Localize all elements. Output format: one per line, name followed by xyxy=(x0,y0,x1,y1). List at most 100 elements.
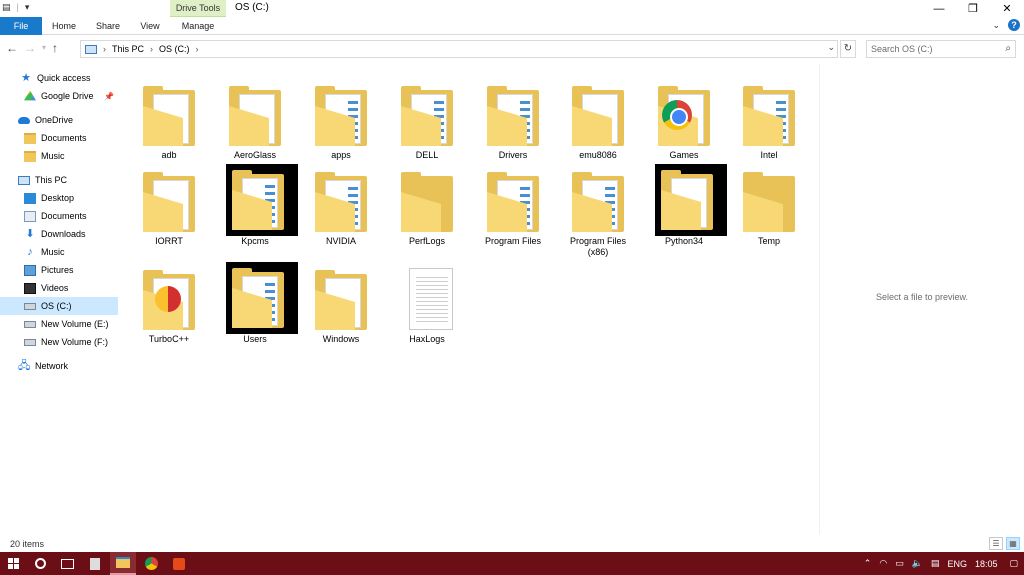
folder-icon xyxy=(309,80,373,150)
quick-access-toolbar[interactable]: ▤ | ▾ xyxy=(2,2,29,13)
clock[interactable]: 18:05 xyxy=(971,559,1006,569)
computer-icon xyxy=(18,175,30,185)
folder-item[interactable]: ⚙Windows xyxy=(298,258,384,348)
sidebar-item-videos[interactable]: Videos xyxy=(0,279,118,297)
folder-item[interactable]: Program Files (x86) xyxy=(555,160,641,257)
input-language[interactable]: ENG xyxy=(943,559,971,569)
folder-item[interactable]: ⚙emu8086 xyxy=(555,74,641,164)
sidebar-item-new-volume-f[interactable]: New Volume (F:) xyxy=(0,333,118,351)
sidebar-item-this-pc[interactable]: This PC xyxy=(0,171,118,189)
battery-icon[interactable]: ▭ xyxy=(891,558,908,569)
folder-icon xyxy=(652,80,716,150)
refresh-button[interactable]: ↻ xyxy=(840,40,856,58)
tab-manage[interactable]: Manage xyxy=(170,17,226,35)
folder-item[interactable]: TurboC++ xyxy=(126,258,212,348)
sidebar-item-desktop[interactable]: Desktop xyxy=(0,189,118,207)
volume-icon[interactable]: 🔈 xyxy=(908,558,927,569)
file-explorer-icon xyxy=(116,557,130,568)
wifi-icon[interactable]: ◠ xyxy=(875,558,891,569)
sidebar-item-downloads[interactable]: ⬇ Downloads xyxy=(0,225,118,243)
navigation-pane: ★ Quick access Google Drive 📌 OneDrive D… xyxy=(0,64,118,534)
folder-item[interactable]: AeroGlass xyxy=(212,74,298,164)
tab-home[interactable]: Home xyxy=(45,17,83,35)
folder-item[interactable]: Games xyxy=(641,74,727,164)
taskbar-chrome[interactable] xyxy=(138,552,164,575)
sidebar-item-music[interactable]: ♪ Music xyxy=(0,243,118,261)
expand-ribbon-icon[interactable]: ⌄ xyxy=(992,20,1000,31)
breadcrumb-os-c[interactable]: OS (C:) xyxy=(159,44,190,54)
folder-item[interactable]: apps xyxy=(298,74,384,164)
drive-icon xyxy=(24,302,36,310)
breadcrumb-separator-icon[interactable]: › xyxy=(150,44,153,54)
sidebar-item-label: Videos xyxy=(41,283,69,293)
sidebar-item-os-c[interactable]: OS (C:) xyxy=(0,297,118,315)
folder-item[interactable]: Kpcms xyxy=(212,160,298,250)
properties-icon[interactable]: ▤ xyxy=(2,2,11,13)
sidebar-item-onedrive-music[interactable]: Music xyxy=(0,147,118,165)
taskbar-app[interactable] xyxy=(166,552,192,575)
folder-item[interactable]: DELL xyxy=(384,74,470,164)
close-button[interactable]: ✕ xyxy=(990,0,1024,17)
search-icon[interactable]: ⌕ xyxy=(1005,43,1011,54)
back-arrow-icon[interactable]: ← xyxy=(6,41,18,55)
sidebar-item-label: Network xyxy=(35,361,69,371)
sidebar-item-quick-access[interactable]: ★ Quick access xyxy=(0,69,118,87)
folder-item[interactable]: Program Files xyxy=(470,160,556,250)
notification-message-icon[interactable]: ▤ xyxy=(927,558,944,569)
sidebar-item-onedrive-documents[interactable]: Documents xyxy=(0,129,118,147)
address-dropdown-icon[interactable]: ⌄ xyxy=(827,42,835,53)
sidebar-item-label: Music xyxy=(41,247,65,257)
sidebar-item-documents[interactable]: Documents xyxy=(0,207,118,225)
system-tray: ⌃ ◠ ▭ 🔈 ▤ ENG 18:05 ▢ xyxy=(860,552,1024,575)
sidebar-item-network[interactable]: 🖧 Network xyxy=(0,357,118,375)
tab-share[interactable]: Share xyxy=(88,17,128,35)
taskbar-file-explorer[interactable] xyxy=(110,552,136,575)
search-input[interactable]: Search OS (C:) ⌕ xyxy=(866,40,1016,58)
folder-icon: ⚙ xyxy=(566,80,630,150)
sidebar-item-label: OS (C:) xyxy=(41,301,72,311)
taskbar-calculator[interactable] xyxy=(82,552,108,575)
videos-icon xyxy=(24,282,36,294)
folder-item[interactable]: NVIDIA xyxy=(298,160,384,250)
sidebar-item-label: New Volume (E:) xyxy=(41,319,109,329)
sidebar-item-pictures[interactable]: Pictures xyxy=(0,261,118,279)
large-icons-view-button[interactable]: ▦ xyxy=(1006,537,1020,550)
tab-file[interactable]: File xyxy=(0,17,42,35)
folder-item[interactable]: Users xyxy=(212,258,298,348)
chrome-icon xyxy=(144,557,158,570)
forward-arrow-icon[interactable]: → xyxy=(24,41,36,55)
breadcrumb-separator-icon[interactable]: › xyxy=(103,44,106,54)
recent-locations-icon[interactable]: ▾ xyxy=(42,41,46,55)
show-hidden-icons-icon[interactable]: ⌃ xyxy=(860,558,876,569)
start-button[interactable] xyxy=(0,552,26,575)
sidebar-item-label: OneDrive xyxy=(35,115,74,125)
task-view-button[interactable] xyxy=(54,552,80,575)
tab-view[interactable]: View xyxy=(133,17,167,35)
file-item[interactable]: HaxLogs xyxy=(384,258,470,348)
folder-icon xyxy=(481,166,545,236)
maximize-button[interactable]: ❐ xyxy=(956,0,990,17)
sidebar-item-onedrive[interactable]: OneDrive xyxy=(0,111,118,129)
details-view-button[interactable]: ☰ xyxy=(989,537,1003,550)
folder-item[interactable]: Drivers xyxy=(470,74,556,164)
taskbar: ⌃ ◠ ▭ 🔈 ▤ ENG 18:05 ▢ xyxy=(0,552,1024,575)
sidebar-item-label: This PC xyxy=(35,175,68,185)
minimize-button[interactable]: — xyxy=(922,0,956,17)
breadcrumb-separator-icon[interactable]: › xyxy=(196,44,199,54)
pin-icon[interactable]: 📌 xyxy=(104,92,114,101)
folder-item[interactable]: Python34 xyxy=(641,160,727,250)
cortana-button[interactable] xyxy=(27,552,53,575)
folder-item[interactable]: PerfLogs xyxy=(384,160,470,250)
up-arrow-icon[interactable]: ↑ xyxy=(52,41,58,55)
sidebar-item-new-volume-e[interactable]: New Volume (E:) xyxy=(0,315,118,333)
sidebar-item-google-drive[interactable]: Google Drive 📌 xyxy=(0,87,118,105)
folder-item[interactable]: ⚙adb xyxy=(126,74,212,164)
help-icon[interactable]: ? xyxy=(1008,19,1020,31)
folder-item[interactable]: Temp xyxy=(726,160,812,250)
action-center-icon[interactable]: ▢ xyxy=(1005,558,1024,569)
folder-item[interactable]: ⚙IORRT xyxy=(126,160,212,250)
address-bar[interactable]: › This PC › OS (C:) › ⌄ xyxy=(80,40,838,58)
customize-toolbar-icon[interactable]: ▾ xyxy=(25,2,30,13)
folder-item[interactable]: Intel xyxy=(726,74,812,164)
breadcrumb-this-pc[interactable]: This PC xyxy=(112,44,144,54)
